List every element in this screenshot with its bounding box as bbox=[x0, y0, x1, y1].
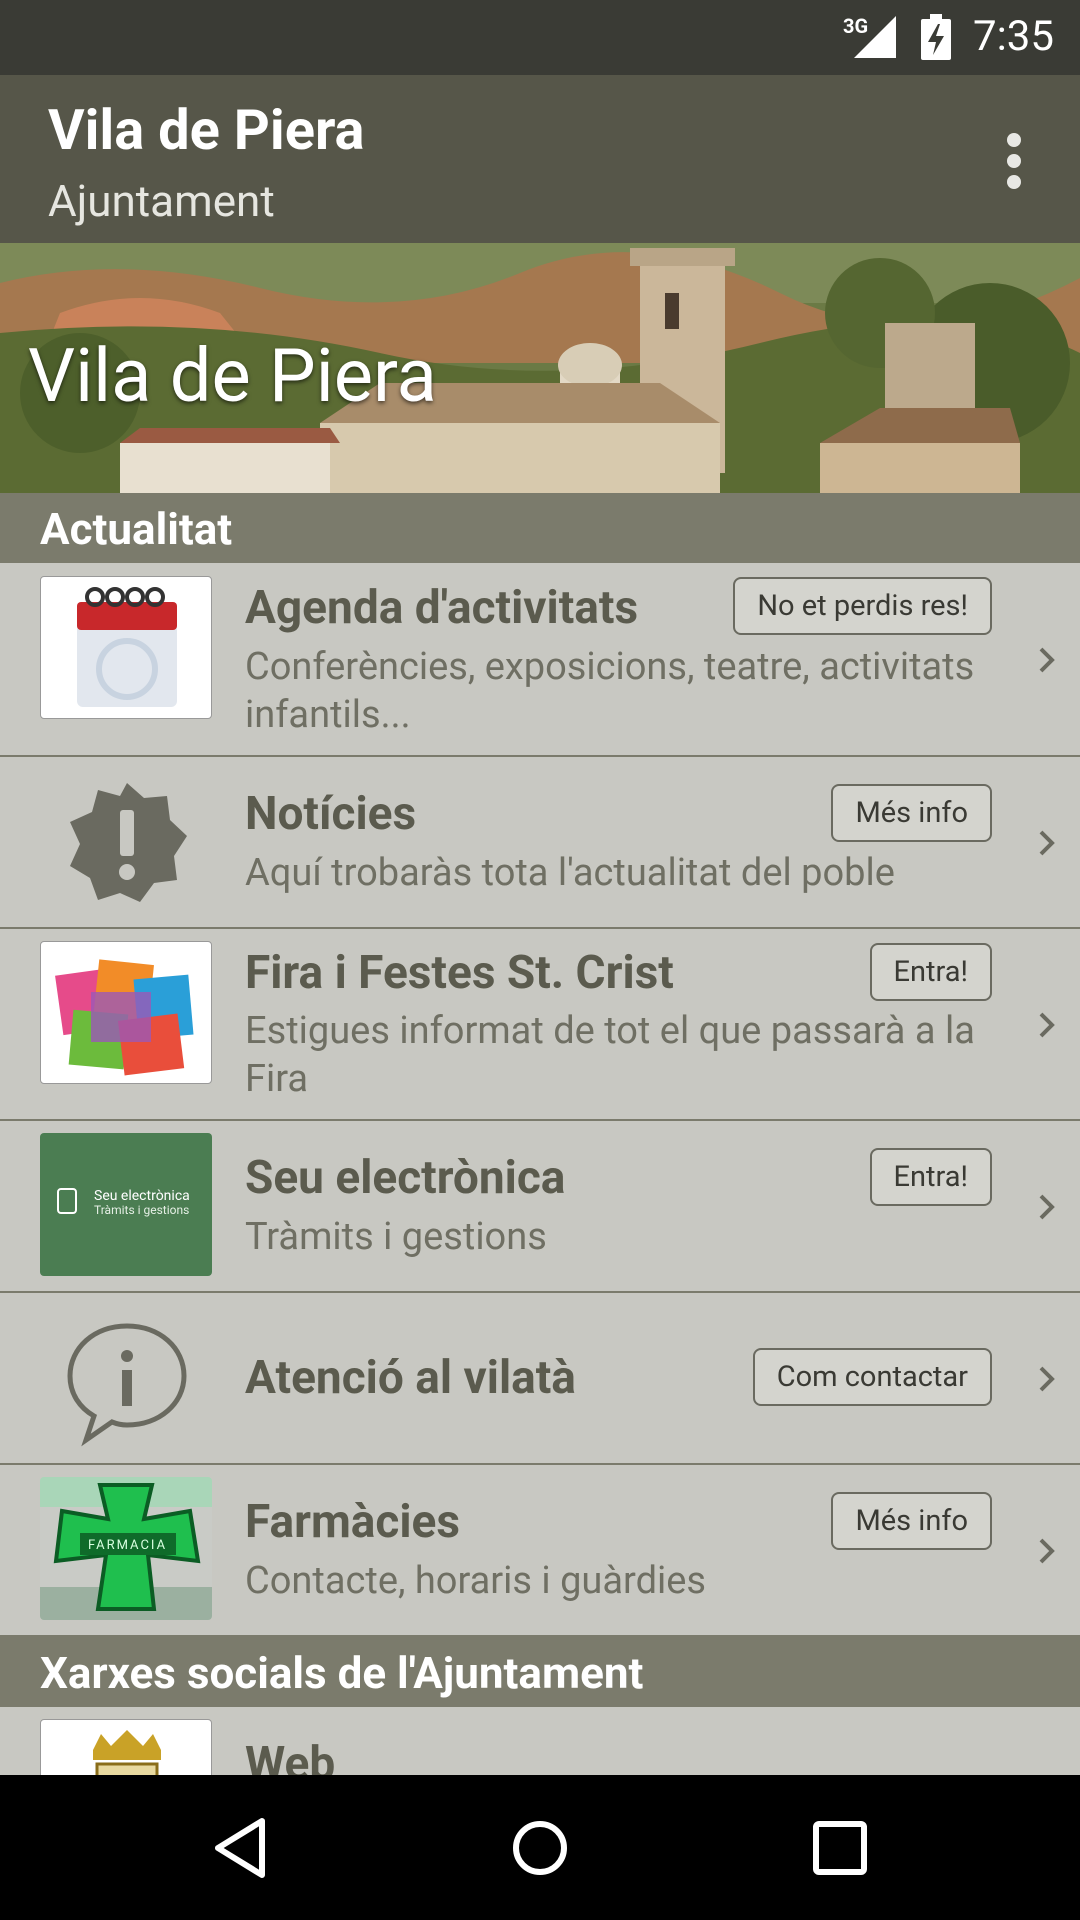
mes-info-button[interactable]: Més info bbox=[831, 1492, 992, 1550]
item-title: Atenció al vilatà bbox=[245, 1351, 576, 1405]
list-item-atencio[interactable]: Atenció al vilatà Com contactar bbox=[0, 1293, 1080, 1465]
no-et-perdis-button[interactable]: No et perdis res! bbox=[733, 577, 992, 635]
seu-electronica-image: Seu electrònica Tràmits i gestions bbox=[40, 1133, 212, 1276]
entra-button[interactable]: Entra! bbox=[869, 1148, 992, 1206]
item-title: Farmàcies bbox=[245, 1495, 461, 1549]
chevron-right-icon bbox=[1039, 1194, 1055, 1220]
section-title: Xarxes socials de l'Ajuntament bbox=[40, 1647, 644, 1699]
pharmacy-sign-text: FARMACIA bbox=[88, 1538, 168, 1553]
home-icon[interactable] bbox=[503, 1811, 577, 1885]
back-icon[interactable] bbox=[204, 1811, 278, 1885]
item-title: Notícies bbox=[245, 787, 417, 841]
hero-title: Vila de Piera bbox=[28, 333, 437, 420]
pharmacy-image: FARMACIA bbox=[40, 1477, 212, 1620]
alert-badge-icon bbox=[70, 783, 187, 902]
list-item-seu-electronica[interactable]: Seu electrònica Tràmits i gestions Seu e… bbox=[0, 1121, 1080, 1293]
list-item-fira[interactable]: Fira i Festes St. Crist Entra! Estigues … bbox=[0, 929, 1080, 1121]
info-bubble-icon bbox=[67, 1323, 187, 1447]
item-description: Conferències, exposicions, teatre, activ… bbox=[245, 645, 975, 737]
fira-image bbox=[40, 941, 212, 1084]
clock: 7:35 bbox=[973, 12, 1054, 61]
com-contactar-button[interactable]: Com contactar bbox=[752, 1348, 992, 1406]
status-bar: 3G 7:35 bbox=[0, 0, 1080, 75]
battery-charging-icon bbox=[921, 14, 951, 60]
item-description: Contacte, horaris i guàrdies bbox=[245, 1559, 707, 1603]
item-description: Estigues informat de tot el que passarà … bbox=[245, 1009, 975, 1101]
seu-thumb-label: Seu electrònica bbox=[94, 1188, 190, 1204]
item-title: Seu electrònica bbox=[245, 1151, 566, 1205]
chevron-right-icon bbox=[1039, 830, 1055, 856]
signal-icon bbox=[854, 16, 896, 58]
overflow-menu-icon[interactable] bbox=[1000, 133, 1028, 189]
section-title: Actualitat bbox=[40, 503, 233, 555]
mes-info-button[interactable]: Més info bbox=[831, 784, 992, 842]
list-item-noticies[interactable]: Notícies Més info Aquí trobaràs tota l'a… bbox=[0, 757, 1080, 929]
app-bar: Vila de Piera Ajuntament bbox=[0, 75, 1080, 243]
hero-banner: Vila de Piera bbox=[0, 243, 1080, 493]
seu-thumb-sublabel: Tràmits i gestions bbox=[94, 1203, 190, 1217]
section-header-xarxes-socials: Xarxes socials de l'Ajuntament bbox=[0, 1637, 1080, 1707]
list-item-agenda[interactable]: Agenda d'activitats No et perdis res! Co… bbox=[0, 563, 1080, 757]
screen: 3G 7:35 Vila de Piera Ajuntament Vila de… bbox=[0, 0, 1080, 1920]
app-title: Vila de Piera bbox=[48, 97, 365, 163]
item-description: Aquí trobaràs tota l'actualitat del pobl… bbox=[245, 851, 895, 895]
item-description: Tràmits i gestions bbox=[245, 1215, 547, 1259]
item-title: Fira i Festes St. Crist bbox=[245, 946, 674, 1000]
chevron-right-icon bbox=[1039, 647, 1055, 673]
recents-icon[interactable] bbox=[803, 1811, 877, 1885]
item-title: Agenda d'activitats bbox=[245, 581, 639, 635]
calendar-image bbox=[40, 576, 212, 719]
chevron-right-icon bbox=[1039, 1012, 1055, 1038]
section-header-actualitat: Actualitat bbox=[0, 493, 1080, 563]
list-item-farmacies[interactable]: FARMACIA Farmàcies Més info Contacte, ho… bbox=[0, 1465, 1080, 1637]
entra-button[interactable]: Entra! bbox=[869, 943, 992, 1001]
system-nav-bar bbox=[0, 1775, 1080, 1920]
chevron-right-icon bbox=[1039, 1538, 1055, 1564]
chevron-right-icon bbox=[1039, 1366, 1055, 1392]
app-subtitle: Ajuntament bbox=[48, 175, 275, 227]
